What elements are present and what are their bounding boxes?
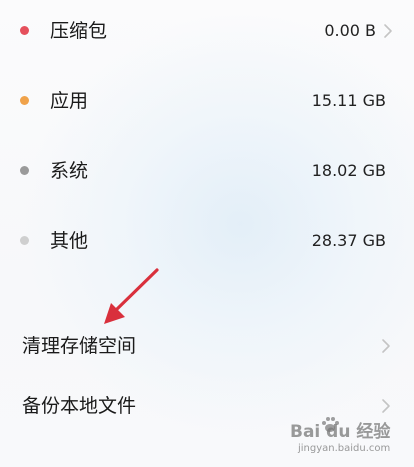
storage-row-archive[interactable]: 压缩包 0.00 B	[0, 11, 414, 51]
chevron-right-icon	[382, 399, 390, 413]
chevron-right-icon	[384, 24, 392, 38]
watermark-logo-text: Bai du 经验	[290, 422, 391, 442]
archive-label: 压缩包	[50, 20, 108, 42]
storage-row-system: 系统 18.02 GB	[0, 151, 414, 191]
other-label: 其他	[50, 230, 89, 252]
baidu-watermark: Bai du 经验 jingyan.baidu.com	[290, 413, 408, 459]
apps-size: 15.11 GB	[311, 91, 386, 110]
other-size: 28.37 GB	[311, 231, 386, 250]
apps-label: 应用	[50, 90, 89, 112]
backup-local-files-label: 备份本地文件	[22, 395, 137, 417]
clean-storage-label: 清理存储空间	[22, 335, 137, 357]
clean-storage-button[interactable]: 清理存储空间	[0, 322, 414, 370]
system-color-dot	[20, 166, 29, 175]
system-size: 18.02 GB	[311, 161, 386, 180]
annotation-arrow-icon	[104, 268, 159, 324]
storage-row-apps: 应用 15.11 GB	[0, 81, 414, 121]
storage-row-other: 其他 28.37 GB	[0, 221, 414, 261]
apps-color-dot	[20, 96, 29, 105]
chevron-right-icon	[382, 339, 390, 353]
archive-size: 0.00 B	[324, 21, 376, 40]
archive-color-dot	[20, 26, 29, 35]
watermark-url: jingyan.baidu.com	[298, 443, 391, 454]
system-label: 系统	[50, 160, 89, 182]
other-color-dot	[20, 236, 29, 245]
